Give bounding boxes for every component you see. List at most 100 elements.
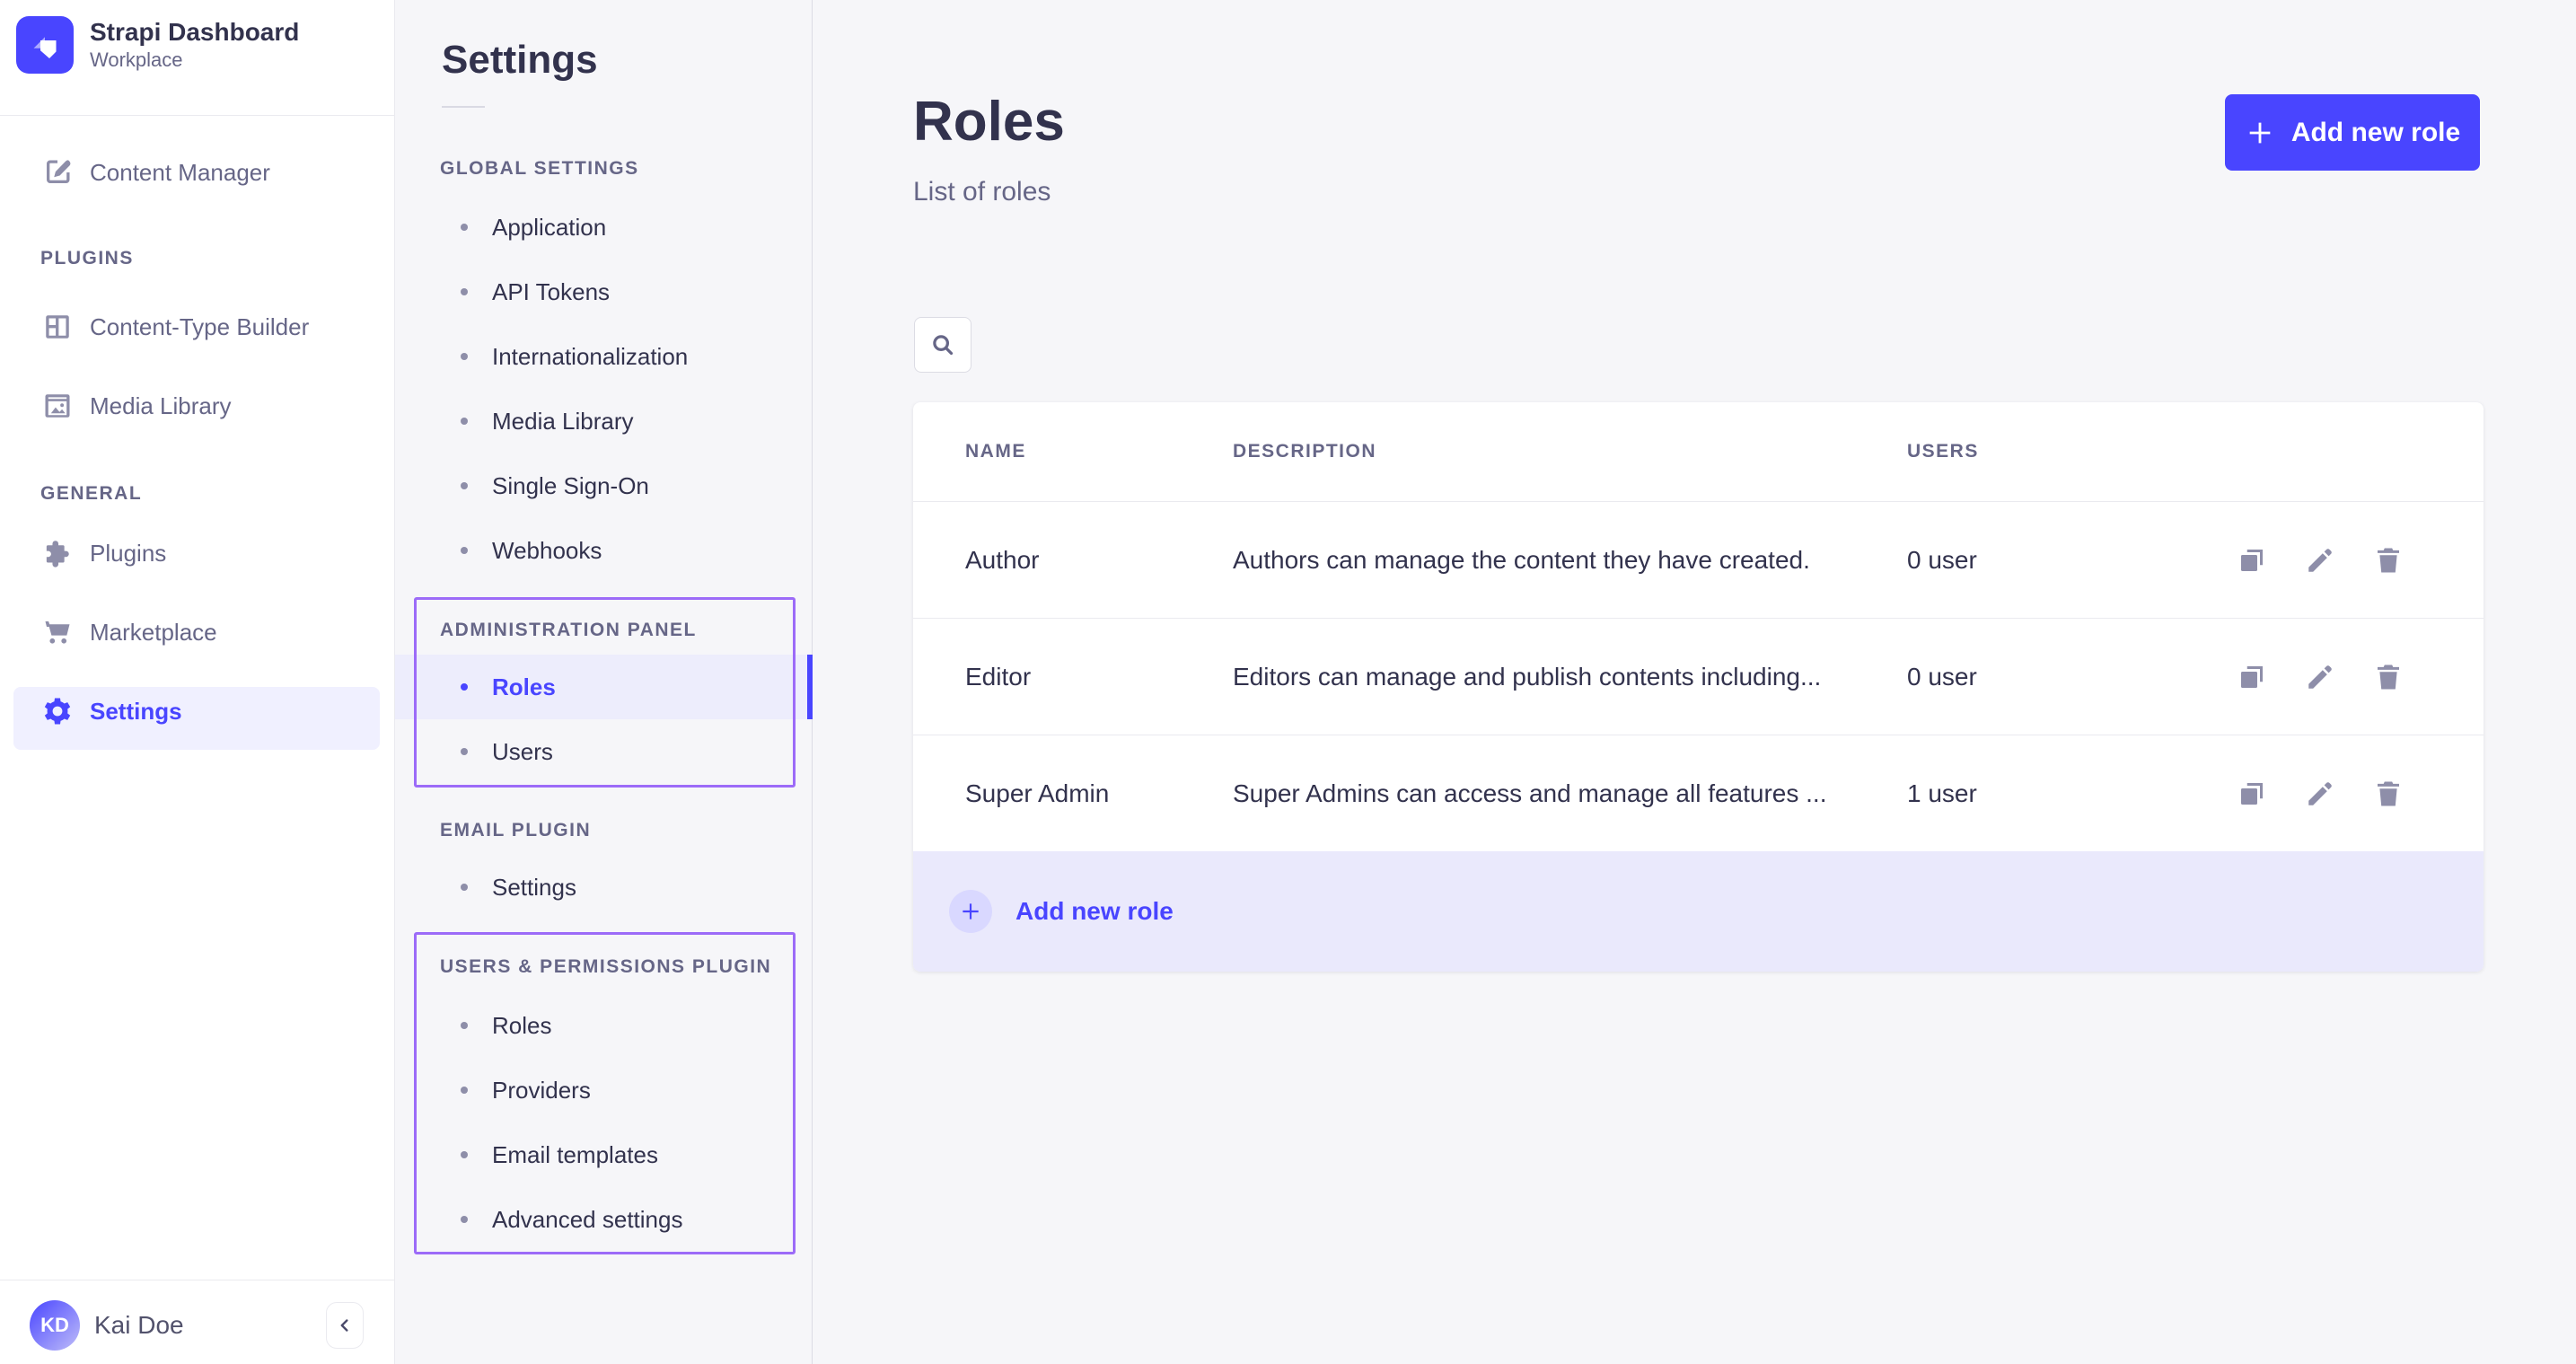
role-description: Super Admins can access and manage all f… bbox=[1233, 779, 1827, 808]
subnav-item-label: Webhooks bbox=[492, 537, 602, 565]
sidebar-item-label: Content Manager bbox=[90, 159, 270, 187]
subnav-item-users[interactable]: Users bbox=[395, 719, 813, 784]
copy-icon bbox=[2236, 544, 2268, 576]
footer-add-role-label: Add new role bbox=[1015, 897, 1174, 926]
sidebar-item-settings[interactable]: Settings bbox=[0, 679, 395, 744]
subnav-item-application[interactable]: Application bbox=[395, 195, 813, 260]
column-header-users: USERS bbox=[1907, 441, 1979, 462]
row-actions bbox=[2236, 661, 2405, 693]
row-actions bbox=[2236, 544, 2405, 576]
settings-nav-title: Settings bbox=[442, 38, 598, 83]
role-description: Editors can manage and publish contents … bbox=[1233, 663, 1821, 691]
subnav-item-advanced-settings[interactable]: Advanced settings bbox=[395, 1187, 813, 1252]
sidebar-item-label: Plugins bbox=[90, 540, 166, 568]
subnav-item-label: Internationalization bbox=[492, 343, 688, 371]
page-subtitle: List of roles bbox=[913, 177, 1051, 207]
row-actions bbox=[2236, 778, 2405, 810]
pencil-icon bbox=[2304, 778, 2336, 810]
role-description: Authors can manage the content they have… bbox=[1233, 546, 1810, 575]
delete-role-button[interactable] bbox=[2372, 661, 2405, 693]
subnav-item-label: Roles bbox=[492, 1012, 551, 1040]
sidebar-item-label: Media Library bbox=[90, 392, 232, 420]
subnav-item-label: Media Library bbox=[492, 408, 634, 436]
role-name: Editor bbox=[965, 663, 1031, 691]
title-divider bbox=[442, 106, 485, 108]
puzzle-icon bbox=[41, 537, 74, 569]
settings-subnav: Settings GLOBAL SETTINGS Application API… bbox=[395, 0, 813, 1364]
sidebar-item-label: Marketplace bbox=[90, 619, 217, 647]
subnav-item-single-sign-on[interactable]: Single Sign-On bbox=[395, 453, 813, 518]
delete-role-button[interactable] bbox=[2372, 544, 2405, 576]
add-new-role-button[interactable]: Add new role bbox=[2225, 94, 2480, 171]
delete-role-button[interactable] bbox=[2372, 778, 2405, 810]
trash-icon bbox=[2372, 778, 2405, 810]
table-row-super-admin[interactable]: Super Admin Super Admins can access and … bbox=[913, 735, 2484, 851]
pen-square-icon bbox=[41, 156, 74, 189]
section-administration-panel: ADMINISTRATION PANEL bbox=[440, 620, 697, 641]
subnav-item-media-library[interactable]: Media Library bbox=[395, 389, 813, 453]
main-sidebar: Strapi Dashboard Workplace Content Manag… bbox=[0, 0, 395, 1364]
sidebar-section-general: GENERAL bbox=[40, 483, 142, 505]
table-row-author[interactable]: Author Authors can manage the content th… bbox=[913, 501, 2484, 618]
gear-icon bbox=[41, 695, 74, 727]
role-name: Super Admin bbox=[965, 779, 1109, 808]
chevron-left-icon bbox=[335, 1316, 355, 1335]
sidebar-item-plugins[interactable]: Plugins bbox=[0, 521, 395, 585]
workspace-title-block: Strapi Dashboard Workplace bbox=[90, 17, 299, 73]
sidebar-item-content-type-builder[interactable]: Content-Type Builder bbox=[0, 295, 395, 359]
section-users-permissions-plugin: USERS & PERMISSIONS PLUGIN bbox=[440, 956, 771, 978]
duplicate-role-button[interactable] bbox=[2236, 778, 2268, 810]
subnav-item-label: Single Sign-On bbox=[492, 472, 649, 500]
sidebar-item-label: Content-Type Builder bbox=[90, 313, 309, 341]
subnav-item-label: Users bbox=[492, 738, 553, 766]
column-header-description: DESCRIPTION bbox=[1233, 441, 1376, 462]
subnav-item-providers[interactable]: Providers bbox=[395, 1058, 813, 1122]
table-row-editor[interactable]: Editor Editors can manage and publish co… bbox=[913, 618, 2484, 735]
workspace-logo-row[interactable]: Strapi Dashboard Workplace bbox=[16, 16, 299, 74]
subnav-item-label: Providers bbox=[492, 1077, 591, 1104]
sidebar-item-marketplace[interactable]: Marketplace bbox=[0, 600, 395, 664]
edit-role-button[interactable] bbox=[2304, 661, 2336, 693]
trash-icon bbox=[2372, 544, 2405, 576]
subnav-item-up-roles[interactable]: Roles bbox=[395, 993, 813, 1058]
subnav-item-label: Roles bbox=[492, 673, 556, 701]
role-users-count: 0 user bbox=[1907, 663, 1977, 691]
subnav-item-label: API Tokens bbox=[492, 278, 610, 306]
subnav-item-label: Application bbox=[492, 214, 606, 242]
add-new-role-label: Add new role bbox=[2291, 118, 2460, 148]
page-title: Roles bbox=[913, 90, 1065, 154]
subnav-item-email-settings[interactable]: Settings bbox=[395, 855, 813, 920]
search-icon bbox=[929, 331, 956, 358]
sidebar-divider bbox=[0, 115, 395, 116]
picture-icon bbox=[41, 390, 74, 422]
collapse-sidebar-button[interactable] bbox=[326, 1302, 364, 1349]
sidebar-item-label: Settings bbox=[90, 698, 182, 726]
subnav-item-internationalization[interactable]: Internationalization bbox=[395, 324, 813, 389]
plus-icon bbox=[2245, 118, 2275, 148]
role-name: Author bbox=[965, 546, 1040, 575]
sidebar-item-media-library[interactable]: Media Library bbox=[0, 374, 395, 438]
sidebar-item-content-manager[interactable]: Content Manager bbox=[0, 140, 395, 205]
duplicate-role-button[interactable] bbox=[2236, 544, 2268, 576]
edit-role-button[interactable] bbox=[2304, 544, 2336, 576]
subnav-item-roles[interactable]: Roles bbox=[395, 655, 813, 719]
search-button[interactable] bbox=[914, 317, 971, 373]
subnav-item-webhooks[interactable]: Webhooks bbox=[395, 518, 813, 583]
copy-icon bbox=[2236, 661, 2268, 693]
shopping-cart-icon bbox=[41, 616, 74, 648]
trash-icon bbox=[2372, 661, 2405, 693]
subnav-item-label: Advanced settings bbox=[492, 1206, 682, 1234]
app-title: Strapi Dashboard bbox=[90, 17, 299, 48]
edit-role-button[interactable] bbox=[2304, 778, 2336, 810]
column-header-name: NAME bbox=[965, 441, 1026, 462]
section-email-plugin: EMAIL PLUGIN bbox=[440, 820, 591, 841]
subnav-item-label: Email templates bbox=[492, 1141, 658, 1169]
user-profile[interactable]: KD Kai Doe bbox=[30, 1300, 184, 1351]
subnav-item-api-tokens[interactable]: API Tokens bbox=[395, 260, 813, 324]
role-users-count: 1 user bbox=[1907, 779, 1977, 808]
subnav-item-email-templates[interactable]: Email templates bbox=[395, 1122, 813, 1187]
strapi-dashboard-screen: Strapi Dashboard Workplace Content Manag… bbox=[0, 0, 2576, 1364]
duplicate-role-button[interactable] bbox=[2236, 661, 2268, 693]
subnav-item-label: Settings bbox=[492, 874, 576, 902]
table-footer-add-role[interactable]: Add new role bbox=[913, 851, 2484, 972]
